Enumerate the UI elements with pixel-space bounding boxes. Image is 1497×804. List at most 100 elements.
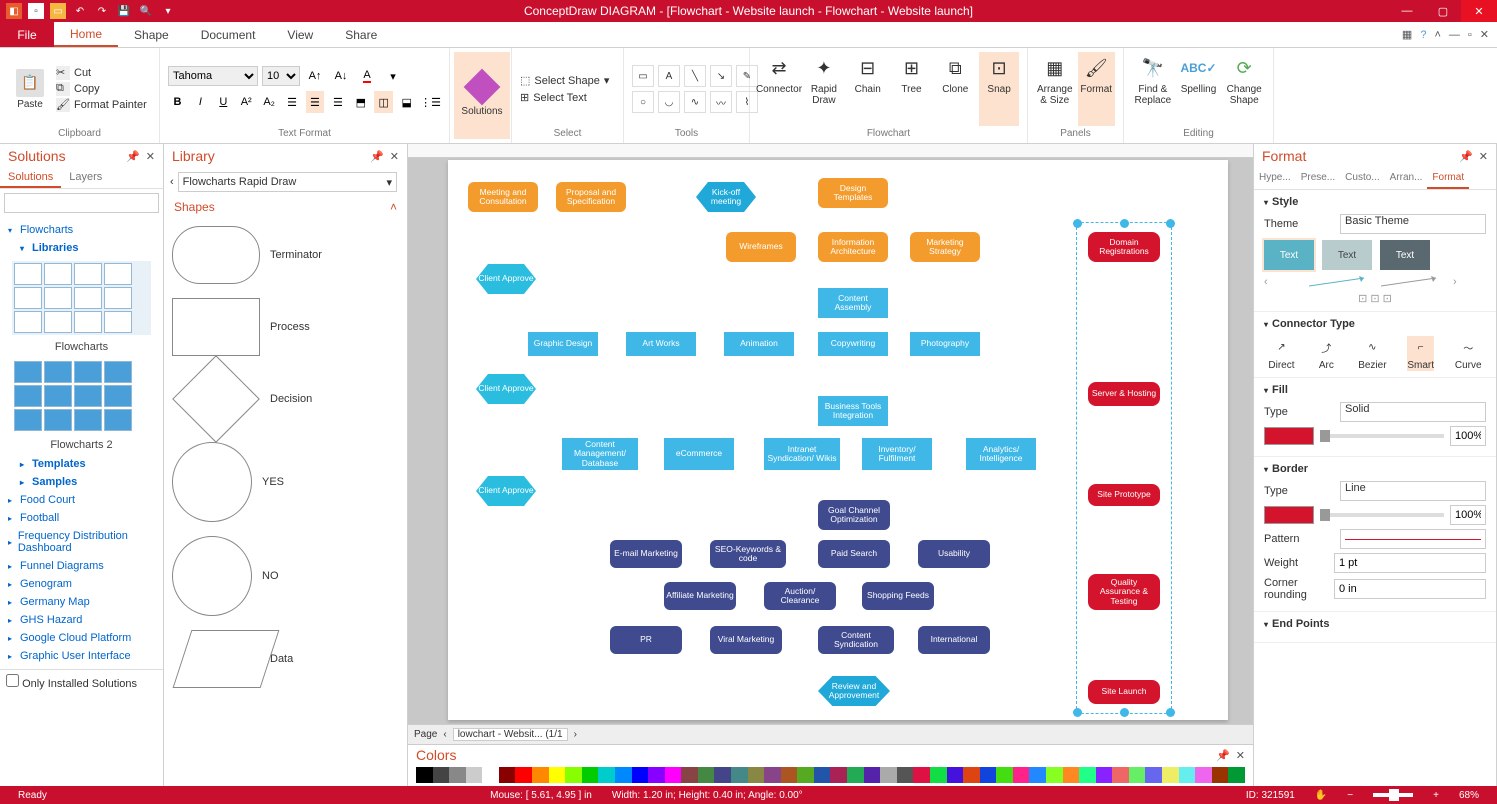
zoom-in-icon[interactable]: + [1423, 790, 1449, 801]
view-tab[interactable]: View [271, 22, 329, 47]
diagram-page[interactable]: Meeting and Consultation Proposal and Sp… [448, 160, 1228, 720]
theme-select[interactable]: Basic Theme [1340, 214, 1486, 234]
weight-input[interactable] [1334, 553, 1486, 573]
node-content-mgmt[interactable]: Content Management/ Database [562, 438, 638, 470]
valign-bottom-button[interactable]: ⬓ [397, 91, 416, 113]
open-icon[interactable]: ▭ [50, 3, 66, 19]
undo-icon[interactable]: ↶ [72, 3, 88, 19]
tool-rectangle-icon[interactable]: ▭ [632, 65, 654, 87]
qat-dropdown-icon[interactable]: ▾ [160, 3, 176, 19]
collapse-icon[interactable]: ˄ [390, 200, 397, 214]
inner-close-icon[interactable]: ✕ [1480, 28, 1489, 41]
arrow-sample-next[interactable]: › [1453, 276, 1486, 288]
node-international[interactable]: International [918, 626, 990, 654]
node-domain-reg[interactable]: Domain Registrations [1088, 232, 1160, 262]
copy-button[interactable]: ⧉Copy [56, 82, 147, 96]
tree-button[interactable]: ⊞Tree [892, 52, 932, 126]
font-size-select[interactable]: 10 [262, 66, 300, 86]
close-button[interactable]: ✕ [1461, 0, 1497, 22]
node-inventory[interactable]: Inventory/ Fulfilment [862, 438, 932, 470]
shape-terminator[interactable]: Terminator [172, 226, 399, 284]
change-shape-button[interactable]: ⟳Change Shape [1223, 52, 1265, 126]
select-shape-button[interactable]: ⬚Select Shape ▾ [520, 74, 615, 87]
node-affiliate[interactable]: Affiliate Marketing [664, 582, 736, 610]
close-panel-icon[interactable]: ✕ [390, 150, 399, 163]
store-icon[interactable]: ▦ [1402, 28, 1412, 41]
conn-arc[interactable]: ⤴Arc [1315, 336, 1337, 371]
save-icon[interactable]: 💾 [116, 3, 132, 19]
italic-button[interactable]: I [191, 91, 210, 113]
node-seo[interactable]: SEO-Keywords & code [710, 540, 786, 568]
shape-yes[interactable]: YES [172, 442, 399, 522]
border-type-select[interactable]: Line [1340, 481, 1486, 501]
theme-preview-2[interactable]: Text [1322, 240, 1372, 270]
node-marketing[interactable]: Marketing Strategy [910, 232, 980, 262]
tree-gui[interactable]: ▸Graphic User Interface [8, 647, 155, 665]
pattern-select[interactable] [1340, 529, 1486, 549]
border-opacity-slider[interactable] [1320, 513, 1444, 517]
node-usability[interactable]: Usability [918, 540, 990, 568]
tree-food-court[interactable]: ▸Food Court [8, 491, 155, 509]
node-art-works[interactable]: Art Works [626, 332, 696, 356]
arrange-size-button[interactable]: ▦Arrange & Size [1036, 52, 1074, 126]
shape-data[interactable]: Data [172, 630, 399, 688]
tree-ghs[interactable]: ▸GHS Hazard [8, 611, 155, 629]
node-goal-channel[interactable]: Goal Channel Optimization [818, 500, 890, 530]
inner-restore-icon[interactable]: ▫ [1468, 29, 1472, 41]
tool-spline-icon[interactable]: ∿ [684, 91, 706, 113]
connector-button[interactable]: ⇄Connector [758, 52, 800, 126]
arrow-sample-1[interactable] [1309, 276, 1369, 288]
close-panel-icon[interactable]: ✕ [1236, 749, 1245, 762]
select-text-button[interactable]: ⊞Select Text [520, 91, 615, 104]
pin-icon[interactable]: 📌 [1216, 749, 1230, 762]
tree-libraries[interactable]: ▾Libraries [8, 239, 155, 257]
solutions-button[interactable]: Solutions [454, 52, 510, 139]
underline-button[interactable]: U [214, 91, 233, 113]
node-meeting[interactable]: Meeting and Consultation [468, 182, 538, 212]
minimize-button[interactable]: — [1389, 0, 1425, 22]
colors-strip[interactable] [416, 767, 1245, 783]
tool-connector-icon[interactable]: ↘ [710, 65, 732, 87]
conn-bezier[interactable]: ∿Bezier [1358, 336, 1386, 371]
node-animation[interactable]: Animation [724, 332, 794, 356]
clone-button[interactable]: ⧉Clone [935, 52, 975, 126]
shape-no[interactable]: NO [172, 536, 399, 616]
node-content-assembly[interactable]: Content Assembly [818, 288, 888, 318]
status-pan-icon[interactable]: ✋ [1305, 790, 1337, 801]
ftab-hyperlink[interactable]: Hype... [1254, 168, 1296, 189]
tree-football[interactable]: ▸Football [8, 509, 155, 527]
fill-color-swatch[interactable] [1264, 427, 1314, 445]
conn-curve[interactable]: 〜Curve [1455, 336, 1482, 371]
inner-minimize-icon[interactable]: — [1449, 29, 1460, 41]
node-qa[interactable]: Quality Assurance & Testing [1088, 574, 1160, 610]
node-info-arch[interactable]: Information Architecture [818, 232, 888, 262]
library-back-icon[interactable]: ‹ [170, 176, 174, 188]
snap-button[interactable]: ⊡Snap [979, 52, 1019, 126]
node-intranet[interactable]: Intranet Syndication/ Wikis [764, 438, 840, 470]
fill-type-select[interactable]: Solid [1340, 402, 1486, 422]
theme-preview-3[interactable]: Text [1380, 240, 1430, 270]
redo-icon[interactable]: ↷ [94, 3, 110, 19]
shape-process[interactable]: Process [172, 298, 399, 356]
zoom-slider[interactable] [1373, 793, 1413, 797]
node-kickoff[interactable]: Kick-off meeting [696, 182, 756, 212]
arrow-sample-2[interactable] [1381, 276, 1441, 288]
tool-line-icon[interactable]: ╲ [684, 65, 706, 87]
node-graphic-design[interactable]: Graphic Design [528, 332, 598, 356]
maximize-button[interactable]: ▢ [1425, 0, 1461, 22]
tree-samples[interactable]: ▸Samples [8, 473, 155, 491]
chain-button[interactable]: ⊟Chain [848, 52, 888, 126]
tool-arc-icon[interactable]: ◡ [658, 91, 680, 113]
flowcharts-shapeset[interactable] [12, 261, 151, 335]
zoom-out-icon[interactable]: − [1337, 790, 1363, 801]
corner-input[interactable] [1334, 579, 1486, 599]
only-installed-checkbox[interactable]: Only Installed Solutions [0, 669, 163, 694]
font-shrink-icon[interactable]: A↓ [330, 65, 352, 87]
node-ecommerce[interactable]: eCommerce [664, 438, 734, 470]
tree-germany[interactable]: ▸Germany Map [8, 593, 155, 611]
close-panel-icon[interactable]: ✕ [1479, 150, 1488, 163]
node-client-approve-1[interactable]: Client Approve [476, 264, 536, 294]
document-tab[interactable]: Document [185, 22, 272, 47]
subscript-button[interactable]: A₂ [260, 91, 279, 113]
page-tab-1[interactable]: lowchart - Websit... (1/1 [453, 728, 568, 741]
